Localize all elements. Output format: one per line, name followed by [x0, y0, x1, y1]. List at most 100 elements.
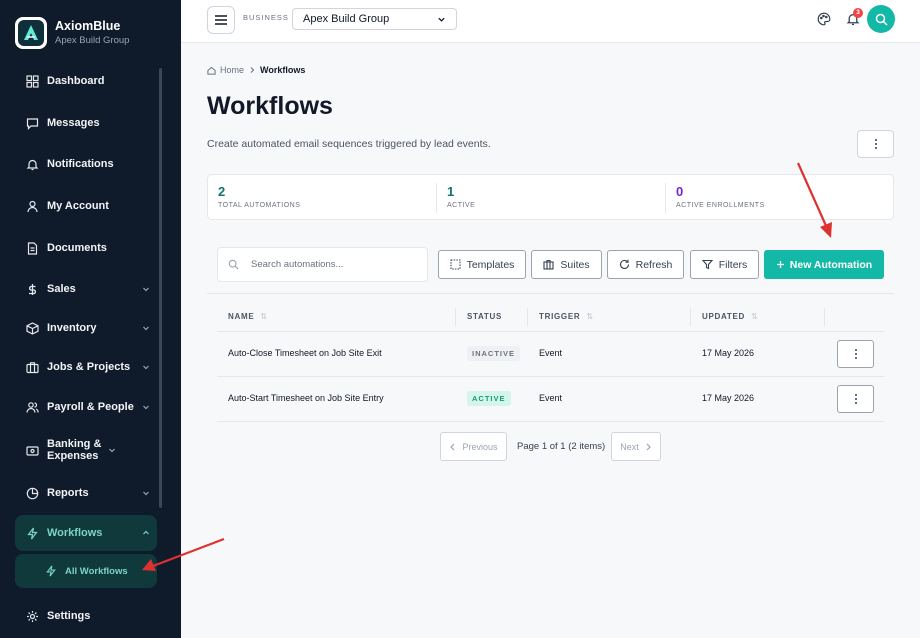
- chevron-left-icon: [450, 443, 455, 450]
- column-header-status[interactable]: STATUS: [467, 312, 502, 321]
- business-label: BUSINESS: [243, 13, 289, 22]
- sidebar-item-reports[interactable]: Reports: [15, 475, 157, 511]
- cell-updated: 17 May 2026: [702, 393, 755, 403]
- chevron-down-icon: [141, 488, 151, 498]
- sidebar-item-jobs-projects[interactable]: Jobs & Projects: [15, 349, 157, 385]
- sidebar-item-messages[interactable]: Messages: [15, 105, 157, 141]
- brand[interactable]: AxiomBlue Apex Build Group: [0, 0, 181, 66]
- business-select[interactable]: Apex Build Group: [292, 8, 457, 30]
- box-icon: [25, 321, 39, 335]
- next-page-button[interactable]: Next: [611, 432, 661, 461]
- sidebar-item-inventory[interactable]: Inventory: [15, 310, 157, 346]
- avatar[interactable]: [867, 5, 895, 33]
- sidebar-item-label: Settings: [47, 610, 91, 622]
- suites-icon: [543, 259, 554, 270]
- status-badge: ACTIVE: [467, 391, 511, 406]
- stat-label: TOTAL AUTOMATIONS: [218, 202, 301, 209]
- user-icon: [25, 199, 39, 213]
- chevron-right-icon: [646, 443, 651, 450]
- filters-button[interactable]: Filters: [690, 250, 759, 279]
- dollar-icon: [25, 282, 39, 296]
- sidebar-subitem-all-workflows[interactable]: All Workflows: [15, 554, 157, 588]
- sidebar-item-label: Workflows: [47, 527, 103, 539]
- sidebar-item-label: Jobs & Projects: [47, 361, 131, 373]
- column-separator: [824, 308, 825, 326]
- page-more-button[interactable]: [857, 130, 894, 158]
- chevron-down-icon: [141, 284, 151, 294]
- sidebar-subitem-label: All Workflows: [65, 565, 128, 577]
- stat-value: 1: [447, 184, 455, 199]
- sidebar-item-label: Messages: [47, 117, 100, 129]
- brand-name: AxiomBlue: [55, 19, 121, 33]
- column-header-label: TRIGGER: [539, 312, 581, 321]
- row-actions-button[interactable]: [837, 340, 874, 368]
- column-header-trigger[interactable]: TRIGGER ⇅: [539, 312, 594, 321]
- stats-card: 2 TOTAL AUTOMATIONS 1 ACTIVE 0 ACTIVE EN…: [207, 174, 894, 220]
- previous-page-button[interactable]: Previous: [440, 432, 507, 461]
- next-page-label: Next: [620, 441, 639, 452]
- plus-icon: [776, 261, 784, 268]
- row-actions-button[interactable]: [837, 385, 874, 413]
- search-input[interactable]: [251, 259, 411, 270]
- chevron-up-icon: [141, 528, 151, 538]
- stat-total-automations: 2 TOTAL AUTOMATIONS: [208, 175, 300, 221]
- page-description: Create automated email sequences trigger…: [207, 138, 491, 150]
- chevron-down-icon: [141, 323, 151, 333]
- palette-icon[interactable]: [817, 12, 831, 26]
- sidebar-item-label: Inventory: [47, 322, 97, 334]
- topbar: BUSINESS Apex Build Group 3: [181, 0, 920, 43]
- brand-subtitle: Apex Build Group: [55, 35, 130, 46]
- column-header-updated[interactable]: UPDATED ⇅: [702, 312, 758, 321]
- table-row[interactable]: Auto-Close Timesheet on Job Site Exit IN…: [217, 332, 884, 377]
- breadcrumb-home[interactable]: Home: [220, 65, 244, 75]
- table-header: NAME ⇅ STATUS TRIGGER ⇅ UPDATED ⇅: [217, 302, 884, 332]
- sidebar-item-workflows[interactable]: Workflows: [15, 515, 157, 551]
- sidebar-item-my-account[interactable]: My Account: [15, 188, 157, 224]
- new-automation-button[interactable]: New Automation: [764, 250, 884, 279]
- kebab-icon: [874, 139, 877, 149]
- sidebar-item-label: Banking & Expenses: [47, 438, 102, 462]
- sidebar-item-documents[interactable]: Documents: [15, 230, 157, 266]
- filters-button-label: Filters: [718, 258, 748, 271]
- bell-icon: [25, 157, 39, 171]
- sidebar-scrollbar[interactable]: [159, 68, 162, 508]
- table-row[interactable]: Auto-Start Timesheet on Job Site Entry A…: [217, 377, 884, 422]
- pie-icon: [25, 486, 39, 500]
- stat-value: 0: [676, 184, 684, 199]
- refresh-button-label: Refresh: [635, 258, 673, 271]
- previous-page-label: Previous: [462, 441, 498, 452]
- sidebar-item-dashboard[interactable]: Dashboard: [15, 63, 157, 99]
- page-title: Workflows: [207, 92, 333, 120]
- home-icon: [207, 66, 216, 75]
- sidebar-item-banking-expenses[interactable]: Banking & Expenses: [15, 432, 157, 468]
- hamburger-icon: [215, 15, 227, 25]
- column-separator: [690, 308, 691, 326]
- column-header-label: STATUS: [467, 312, 503, 321]
- menu-toggle-button[interactable]: [207, 6, 235, 34]
- column-header-label: UPDATED: [702, 312, 745, 321]
- templates-button[interactable]: Templates: [438, 250, 526, 279]
- suites-button-label: Suites: [560, 258, 590, 271]
- stat-label: ACTIVE: [447, 202, 476, 209]
- brand-logo-icon: [15, 17, 47, 49]
- wallet-icon: [25, 443, 39, 457]
- sort-icon: ⇅: [586, 312, 594, 321]
- refresh-icon: [619, 259, 629, 269]
- filter-icon: [701, 259, 713, 270]
- status-badge: INACTIVE: [467, 346, 521, 361]
- search-icon: [228, 259, 239, 270]
- kebab-icon: [854, 394, 857, 404]
- sidebar-item-settings[interactable]: Settings: [15, 598, 157, 634]
- column-header-name[interactable]: NAME ⇅: [228, 312, 268, 321]
- sort-icon: ⇅: [750, 312, 759, 321]
- suites-button[interactable]: Suites: [531, 250, 602, 279]
- refresh-button[interactable]: Refresh: [607, 250, 684, 279]
- sidebar-item-notifications[interactable]: Notifications: [15, 146, 157, 182]
- sidebar-item-payroll-people[interactable]: Payroll & People: [15, 389, 157, 425]
- search-box: [217, 247, 428, 282]
- sidebar-item-sales[interactable]: Sales: [15, 271, 157, 307]
- bolt-icon: [25, 526, 39, 540]
- message-icon: [25, 116, 39, 130]
- cell-trigger: Event: [539, 348, 563, 358]
- bolt-icon: [45, 565, 57, 577]
